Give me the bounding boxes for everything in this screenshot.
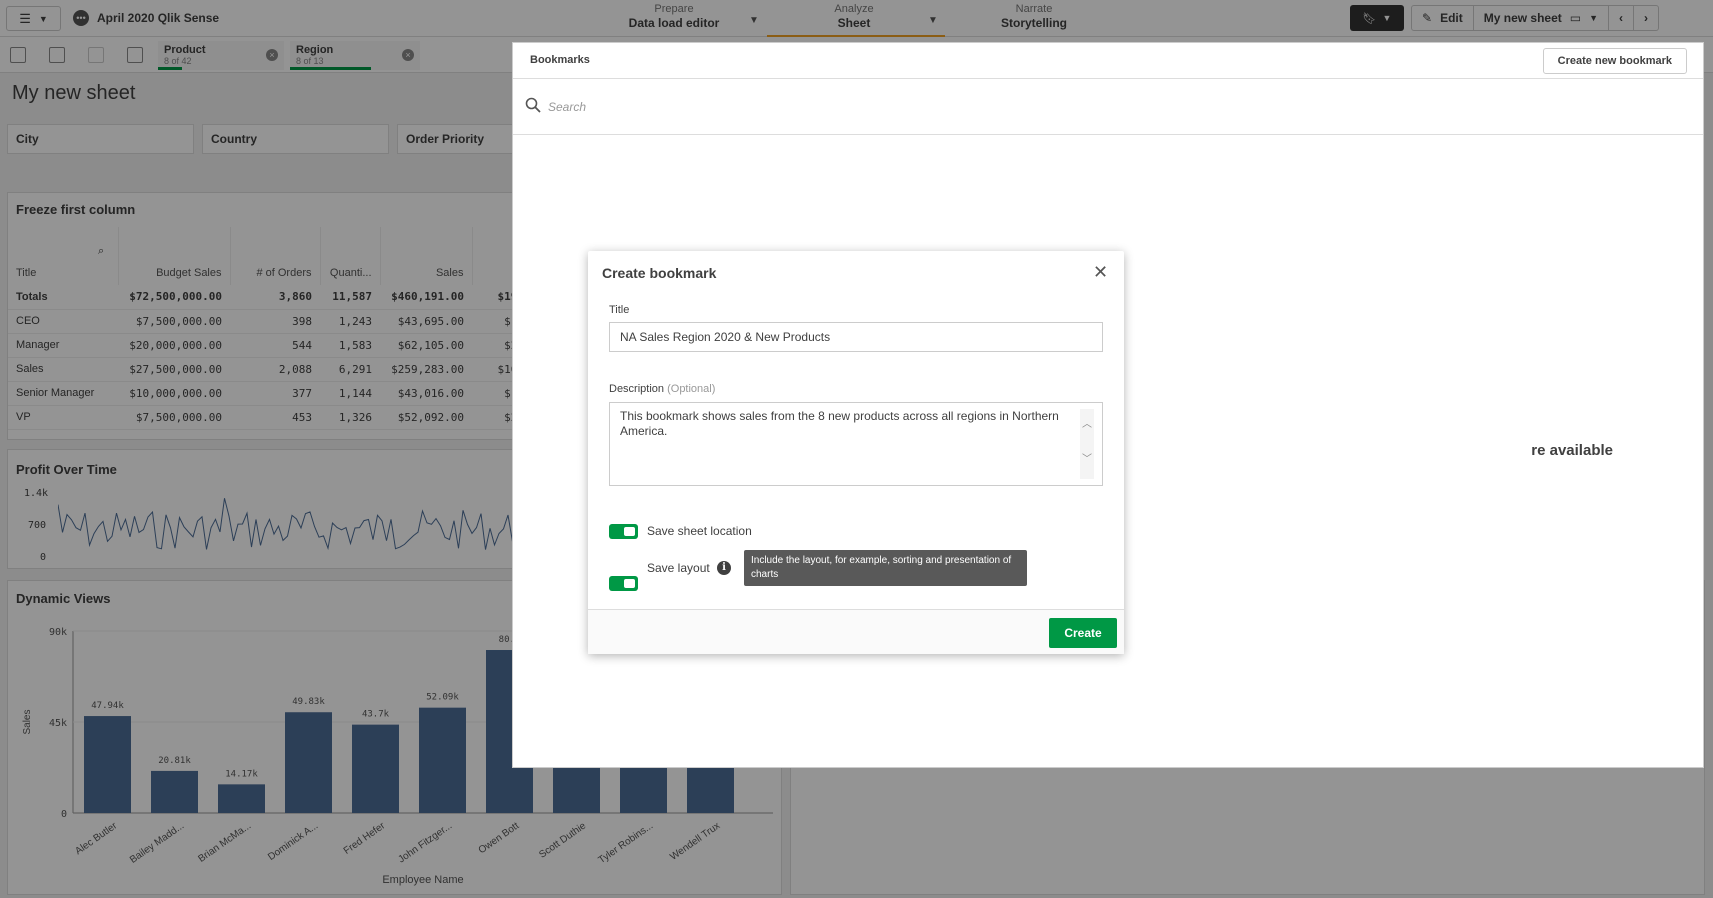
save-sheet-location-label: Save sheet location [647, 524, 752, 538]
save-layout-label: Save layout [647, 561, 710, 575]
search-placeholder: Search [548, 100, 587, 114]
dialog-title: Create bookmark [602, 265, 717, 281]
chevron-up-icon: ︿ [1082, 419, 1092, 430]
bookmarks-title: Bookmarks [530, 54, 590, 66]
title-input[interactable]: NA Sales Region 2020 & New Products [609, 322, 1103, 352]
no-bookmarks-message: re available [1531, 442, 1613, 459]
description-label: Description (Optional) [609, 383, 715, 395]
chevron-down-icon: ﹀ [1082, 454, 1092, 465]
description-textarea[interactable]: This bookmark shows sales from the 8 new… [609, 402, 1103, 486]
optional-hint: (Optional) [667, 383, 716, 395]
create-bookmark-dialog: Create bookmark ✕ Title NA Sales Region … [588, 251, 1124, 654]
bookmarks-search[interactable]: Search [513, 79, 1703, 135]
close-icon[interactable]: ✕ [1093, 262, 1108, 283]
textarea-scrollbar[interactable]: ︿ ﹀ [1080, 409, 1094, 479]
save-layout-toggle[interactable] [609, 576, 638, 591]
save-layout-tooltip: Include the layout, for example, sorting… [744, 550, 1027, 586]
description-label-text: Description [609, 383, 665, 395]
description-text: This bookmark shows sales from the 8 new… [620, 409, 1059, 438]
search-icon [525, 97, 541, 113]
create-button[interactable]: Create [1049, 618, 1117, 648]
bookmarks-header: Bookmarks Create new bookmark [513, 43, 1703, 79]
create-new-bookmark-button[interactable]: Create new bookmark [1542, 48, 1687, 74]
info-icon[interactable]: i [717, 561, 731, 575]
dialog-footer: Create [588, 609, 1124, 654]
save-sheet-location-toggle[interactable] [609, 524, 638, 539]
title-label: Title [609, 304, 630, 316]
